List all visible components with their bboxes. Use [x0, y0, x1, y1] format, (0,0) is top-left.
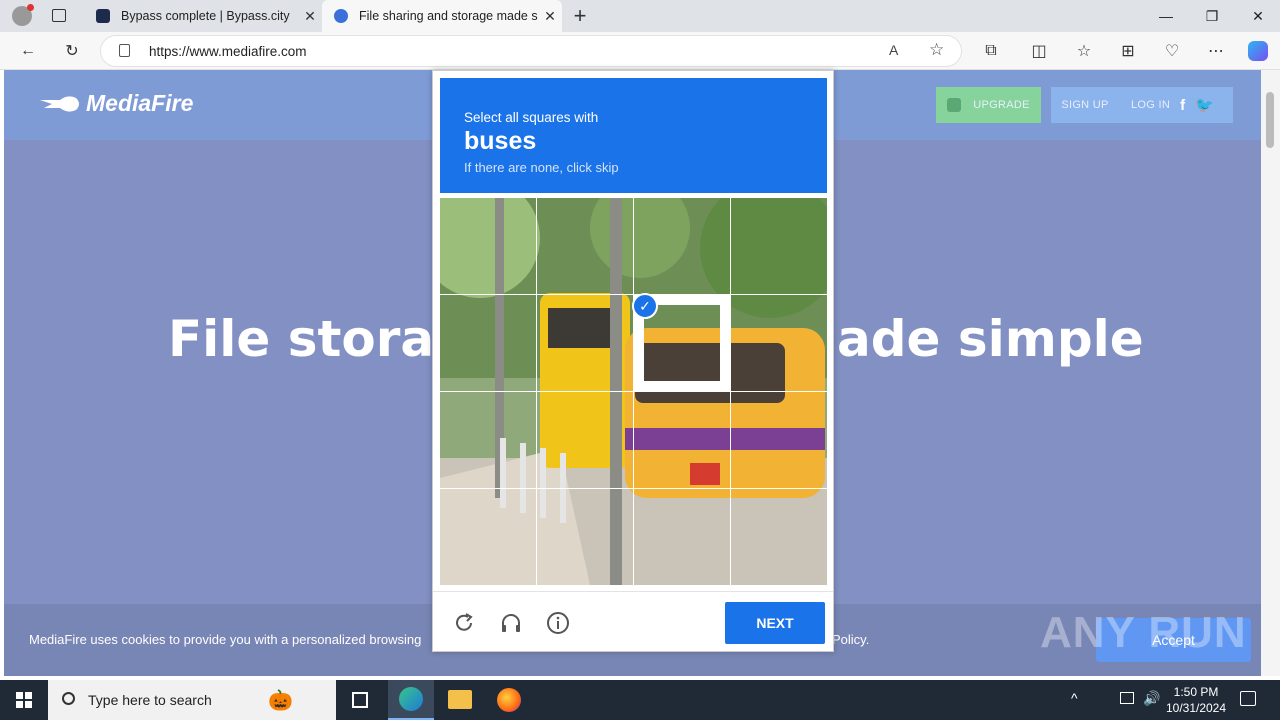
bypass-favicon-icon	[96, 9, 110, 23]
edge-taskbar-icon[interactable]	[388, 680, 434, 720]
address-bar[interactable]: https://www.mediafire.com A ☆	[100, 35, 962, 67]
captcha-header: Select all squares with buses If there a…	[440, 78, 827, 193]
captcha-tile[interactable]	[537, 392, 633, 488]
flame-logo-icon	[40, 95, 79, 112]
upgrade-icon	[947, 98, 962, 112]
cookie-text: MediaFire uses cookies to provide you wi…	[29, 632, 422, 647]
halloween-icon: 🎃	[268, 690, 293, 712]
anyrun-watermark: ANY RUN	[1040, 608, 1247, 657]
captcha-tile[interactable]	[634, 489, 730, 585]
reload-icon[interactable]	[450, 609, 478, 637]
refresh-icon[interactable]: ↻	[58, 38, 86, 64]
close-window-button[interactable]: ✕	[1235, 0, 1280, 32]
captcha-tile[interactable]	[537, 198, 633, 294]
captcha-tile[interactable]	[440, 489, 536, 585]
network-icon[interactable]	[1120, 692, 1134, 704]
tray-chevron-icon[interactable]: ^	[1071, 690, 1078, 706]
facebook-icon[interactable]: f	[1180, 97, 1185, 114]
captcha-tile[interactable]	[440, 198, 536, 294]
profile-icon[interactable]	[12, 4, 34, 26]
hero-title-right: ade simple	[837, 310, 1144, 368]
taskbar-search[interactable]: Type here to search 🎃	[48, 680, 336, 720]
mediafire-logo[interactable]: MediaFire	[38, 90, 193, 117]
browser-toolbar: ← ↻ https://www.mediafire.com A ☆ ⧉ ◫ ☆ …	[0, 32, 1280, 70]
selected-check-icon: ✓	[632, 293, 658, 319]
tab-label: File sharing and storage made sir	[359, 9, 538, 23]
captcha-dialog: Select all squares with buses If there a…	[432, 70, 834, 652]
search-icon	[62, 692, 75, 705]
tab-mediafire[interactable]: File sharing and storage made sir ✕	[322, 0, 562, 32]
login-button[interactable]: LOG IN f 🐦	[1119, 87, 1233, 123]
cookie-policy-link[interactable]: Policy.	[832, 632, 869, 647]
windows-start-icon[interactable]	[16, 692, 32, 708]
captcha-tile[interactable]	[634, 392, 730, 488]
captcha-image-grid: ✓	[440, 198, 827, 585]
audio-challenge-icon[interactable]	[497, 609, 525, 637]
extensions-icon[interactable]: ⧉	[977, 38, 1005, 64]
captcha-tile[interactable]	[440, 392, 536, 488]
captcha-tile[interactable]	[731, 489, 827, 585]
info-icon[interactable]	[544, 609, 572, 637]
twitter-icon[interactable]: 🐦	[1195, 96, 1214, 114]
close-tab-icon[interactable]: ✕	[538, 8, 562, 25]
copilot-icon[interactable]	[1244, 38, 1272, 64]
upgrade-button[interactable]: UPGRADE	[936, 87, 1041, 123]
lock-icon	[119, 44, 130, 57]
captcha-target: buses	[464, 127, 537, 155]
page-scrollbar[interactable]	[1261, 70, 1280, 676]
close-tab-icon[interactable]: ✕	[298, 8, 322, 25]
mediafire-favicon-icon	[334, 9, 348, 23]
captcha-tile[interactable]	[537, 295, 633, 391]
tab-bypass[interactable]: Bypass complete | Bypass.city ✕	[86, 0, 322, 32]
captcha-tile[interactable]	[537, 489, 633, 585]
logo-text: MediaFire	[86, 90, 194, 116]
login-label: LOG IN	[1131, 99, 1171, 111]
next-button[interactable]: NEXT	[725, 602, 825, 644]
tab-strip: Bypass complete | Bypass.city ✕ File sha…	[0, 0, 1280, 32]
favorite-star-icon[interactable]: ☆	[929, 40, 944, 60]
read-aloud-icon[interactable]: A	[889, 42, 898, 58]
file-explorer-icon[interactable]	[448, 690, 472, 709]
restore-button[interactable]: ❐	[1189, 0, 1235, 32]
captcha-tile[interactable]: ✓	[632, 293, 730, 391]
collections-icon[interactable]: ⊞	[1114, 38, 1142, 64]
tab-actions-icon[interactable]	[52, 9, 66, 22]
back-arrow-icon[interactable]: ←	[14, 38, 42, 64]
windows-taskbar: Type here to search 🎃 ^ 🔊 1:50 PM 10/31/…	[0, 680, 1280, 720]
captcha-hint: If there are none, click skip	[464, 160, 619, 175]
favorites-icon[interactable]: ☆	[1070, 38, 1098, 64]
task-view-icon[interactable]	[352, 692, 368, 708]
captcha-instruction: Select all squares with	[464, 110, 599, 125]
hero-title-left: File storag	[168, 310, 470, 368]
clock[interactable]: 1:50 PM 10/31/2024	[1163, 684, 1229, 716]
tab-label: Bypass complete | Bypass.city	[121, 9, 290, 23]
more-menu-icon[interactable]: ⋯	[1202, 38, 1230, 64]
new-tab-button[interactable]: +	[568, 3, 592, 29]
signup-button[interactable]: SIGN UP	[1051, 87, 1119, 123]
captcha-tile[interactable]	[731, 198, 827, 294]
upgrade-label: UPGRADE	[973, 99, 1030, 111]
captcha-footer: NEXT	[433, 591, 833, 651]
captcha-tile[interactable]	[731, 392, 827, 488]
url-text: https://www.mediafire.com	[149, 44, 307, 59]
browser-essentials-icon[interactable]: ♡	[1158, 38, 1186, 64]
notification-icon[interactable]	[1240, 691, 1256, 706]
firefox-icon[interactable]	[497, 688, 521, 712]
date-text: 10/31/2024	[1165, 701, 1227, 715]
time-text: 1:50 PM	[1173, 685, 1219, 699]
search-placeholder: Type here to search	[88, 692, 212, 708]
captcha-tile[interactable]	[634, 198, 730, 294]
captcha-tile[interactable]	[440, 295, 536, 391]
split-screen-icon[interactable]: ◫	[1025, 38, 1053, 64]
captcha-tile[interactable]	[731, 295, 827, 391]
minimize-button[interactable]: —	[1143, 0, 1189, 32]
volume-icon[interactable]: 🔊	[1143, 690, 1160, 707]
